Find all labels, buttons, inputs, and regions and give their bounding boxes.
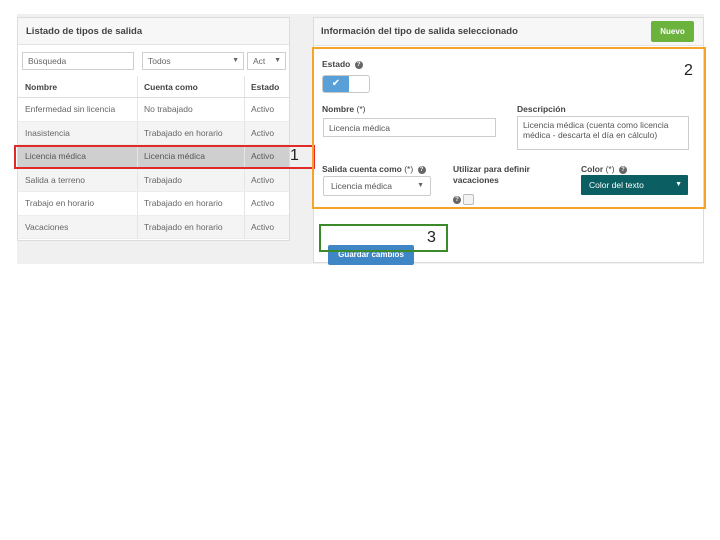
column-header-estado[interactable]: Estado xyxy=(244,76,289,97)
row-name: Enfermedad sin licencia xyxy=(25,104,116,114)
row-name: Vacaciones xyxy=(25,221,69,232)
row-status: Activo xyxy=(244,215,289,238)
table-row[interactable]: Salida a terreno Trabajado Activo xyxy=(18,168,289,192)
row-counts-as: Trabajado en horario xyxy=(137,121,244,144)
annotation-box-1 xyxy=(14,145,315,169)
new-button[interactable]: Nuevo xyxy=(651,21,694,42)
exit-type-list-panel: Listado de tipos de salida Búsqueda Todo… xyxy=(17,17,290,241)
table-row[interactable]: Enfermedad sin licencia No trabajado Act… xyxy=(18,98,289,122)
row-status: Activo xyxy=(244,98,289,121)
filter-bar: Búsqueda Todos ▼ Act ▼ xyxy=(18,45,289,75)
annotation-number-3: 3 xyxy=(427,229,436,246)
row-counts-as: Trabajado en horario xyxy=(137,192,244,215)
chevron-down-icon: ▼ xyxy=(232,57,239,64)
column-header-nombre[interactable]: Nombre xyxy=(18,76,137,97)
row-counts-as: Trabajado en horario xyxy=(137,215,244,238)
status-filter-select[interactable]: Act ▼ xyxy=(247,52,286,70)
table-header: Nombre Cuenta como Estado xyxy=(18,76,289,98)
annotation-number-2: 2 xyxy=(684,62,693,79)
row-name: Salida a terreno xyxy=(25,174,86,185)
table-row[interactable]: Inasistencia Trabajado en horario Activo xyxy=(18,121,289,145)
column-header-cuenta-como[interactable]: Cuenta como xyxy=(137,76,244,97)
row-name: Inasistencia xyxy=(25,127,70,138)
type-filter-select[interactable]: Todos ▼ xyxy=(142,52,244,70)
row-status: Activo xyxy=(244,121,289,144)
row-status: Activo xyxy=(244,168,289,191)
search-input[interactable]: Búsqueda xyxy=(22,52,134,70)
status-filter-value: Act xyxy=(253,56,266,66)
row-counts-as: Trabajado xyxy=(137,168,244,191)
table-row[interactable]: Vacaciones Trabajado en horario Activo xyxy=(18,215,289,239)
type-filter-value: Todos xyxy=(148,56,171,66)
table-row[interactable]: Trabajo en horario Trabajado en horario … xyxy=(18,192,289,216)
list-panel-title: Listado de tipos de salida xyxy=(18,18,289,45)
annotation-number-1: 1 xyxy=(290,147,299,164)
row-name: Trabajo en horario xyxy=(25,198,95,208)
chevron-down-icon: ▼ xyxy=(274,57,281,64)
row-status: Activo xyxy=(244,192,289,215)
detail-panel-title: Información del tipo de salida seleccion… xyxy=(314,18,703,46)
annotation-box-2 xyxy=(312,47,706,209)
row-counts-as: No trabajado xyxy=(137,98,244,121)
